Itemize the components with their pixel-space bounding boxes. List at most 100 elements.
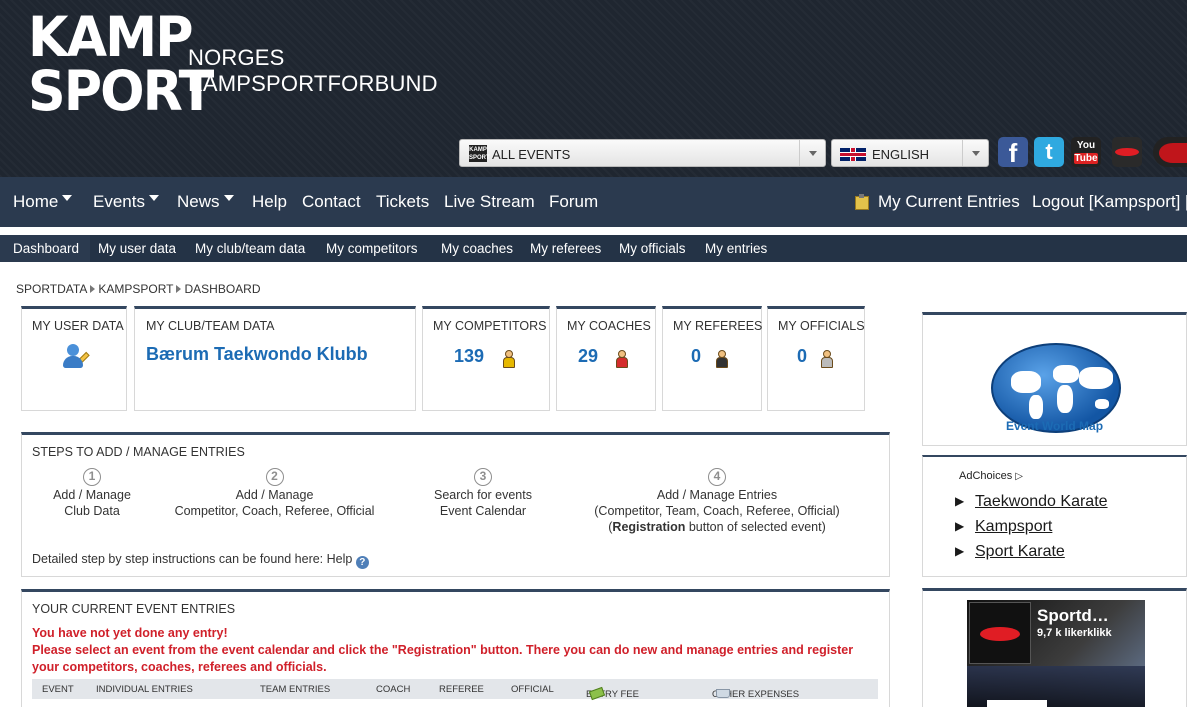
nav-events[interactable]: Events xyxy=(93,192,159,212)
help-icon[interactable]: ? xyxy=(355,556,369,569)
card-my-user-data[interactable]: MY USER DATA xyxy=(21,306,127,411)
col-team-entries: TEAM ENTRIES xyxy=(260,684,331,695)
fb-like-count: 9,7 k likerklikk xyxy=(1037,627,1112,639)
nav-help[interactable]: Help xyxy=(252,192,287,212)
uk-flag-icon xyxy=(840,148,866,161)
step-2-line-2: Competitor, Coach, Referee, Official xyxy=(174,504,375,518)
chevron-down-icon[interactable] xyxy=(962,140,988,166)
card-title: MY COACHES xyxy=(567,319,651,333)
sportdata-icon[interactable] xyxy=(1112,137,1142,167)
breadcrumb-sportdata[interactable]: SPORTDATA xyxy=(16,282,87,296)
card-my-coaches[interactable]: MY COACHES 29 xyxy=(556,306,656,411)
nav-tickets[interactable]: Tickets xyxy=(376,192,429,212)
sportdata-page-logo xyxy=(969,602,1031,664)
sub-navigation: Dashboard My user data My club/team data… xyxy=(0,235,1187,262)
step-number-icon: 1 xyxy=(83,468,101,486)
card-title: MY OFFICIALS xyxy=(778,319,865,333)
mini-logo-top: KAMP xyxy=(469,147,487,153)
referee-icon xyxy=(716,350,728,368)
ad-link-kampsport[interactable]: Kampsport xyxy=(955,518,1052,536)
adchoices-icon: ▷ xyxy=(1015,471,1023,482)
adchoices[interactable]: AdChoices ▷ xyxy=(959,470,1023,482)
nav-live-stream[interactable]: Live Stream xyxy=(444,192,535,212)
organization-name: NORGES KAMPSPORTFORBUND xyxy=(188,45,438,97)
entries-instructions-line-2: your competitors, coaches, referees and … xyxy=(32,660,327,674)
step-number-icon: 3 xyxy=(474,468,492,486)
ad-link-sport-karate[interactable]: Sport Karate xyxy=(955,543,1065,561)
sportdata-facebook-widget[interactable]: Sportd… 9,7 k likerklikk xyxy=(967,600,1145,707)
nav-logout[interactable]: Logout [Kampsport] [ xyxy=(1032,192,1187,212)
card-title: MY CLUB/TEAM DATA xyxy=(146,319,275,333)
nav-contact[interactable]: Contact xyxy=(302,192,361,212)
step-3-line-1: Search for events xyxy=(434,488,532,502)
step-1[interactable]: 1 Add / Manage Club Data xyxy=(52,468,132,519)
subnav-my-referees[interactable]: My referees xyxy=(530,240,601,257)
competitor-icon xyxy=(503,350,515,368)
page: { "header": { "logo_line1": "KAMP", "log… xyxy=(0,0,1187,707)
step-4[interactable]: 4 Add / Manage Entries (Competitor, Team… xyxy=(582,468,852,535)
event-world-map-panel[interactable]: Event World Map xyxy=(922,312,1187,446)
nav-home[interactable]: Home xyxy=(13,192,73,212)
nav-news-label: News xyxy=(177,192,220,211)
subnav-my-club-team-data[interactable]: My club/team data xyxy=(195,240,305,257)
subnav-dashboard[interactable]: Dashboard xyxy=(13,240,79,257)
subnav-my-officials[interactable]: My officials xyxy=(619,240,686,257)
step-4-registration-bold: Registration xyxy=(612,520,686,534)
breadcrumb: SPORTDATA KAMPSPORT DASHBOARD xyxy=(16,282,261,296)
nav-news[interactable]: News xyxy=(177,192,234,212)
language-select[interactable]: ENGLISH xyxy=(831,139,989,167)
step-2[interactable]: 2 Add / Manage Competitor, Coach, Refere… xyxy=(162,468,387,519)
mini-logo-bottom: SPORT xyxy=(469,155,490,161)
step-number-icon: 4 xyxy=(708,468,726,486)
subnav-my-coaches[interactable]: My coaches xyxy=(441,240,513,257)
expenses-icon xyxy=(716,689,730,698)
col-referee: REFEREE xyxy=(439,684,484,695)
col-event: EVENT xyxy=(42,684,74,695)
coaches-count[interactable]: 29 xyxy=(578,346,598,367)
subnav-my-competitors[interactable]: My competitors xyxy=(326,240,418,257)
officials-count[interactable]: 0 xyxy=(797,346,807,367)
col-coach: COACH xyxy=(376,684,411,695)
card-my-club-team-data[interactable]: MY CLUB/TEAM DATA Bærum Taekwondo Klubb xyxy=(134,306,416,411)
subnav-my-user-data[interactable]: My user data xyxy=(98,240,176,257)
events-select[interactable]: KAMP SPORT ALL EVENTS xyxy=(459,139,826,167)
facebook-icon[interactable]: f xyxy=(998,137,1028,168)
user-edit-icon[interactable] xyxy=(62,344,90,368)
youtube-icon[interactable]: You Tube xyxy=(1071,137,1101,167)
org-name-line-1: NORGES xyxy=(188,45,285,70)
card-title: MY USER DATA xyxy=(32,319,124,333)
clipboard-icon xyxy=(853,193,869,210)
col-official: OFFICIAL xyxy=(511,684,554,695)
step-3[interactable]: 3 Search for events Event Calendar xyxy=(418,468,548,519)
continent-shape xyxy=(1029,395,1043,419)
pencil-icon xyxy=(76,351,90,366)
fb-like-button[interactable] xyxy=(987,700,1047,707)
nav-my-current-entries[interactable]: My Current Entries xyxy=(878,192,1020,212)
card-my-competitors[interactable]: MY COMPETITORS 139 xyxy=(422,306,550,411)
help-instructions: Detailed step by step instructions can b… xyxy=(32,552,369,569)
kampsport-logo[interactable]: KAMP SPORT xyxy=(28,10,214,140)
breadcrumb-kampsport[interactable]: KAMPSPORT xyxy=(98,282,173,296)
card-my-referees[interactable]: MY REFEREES 0 xyxy=(662,306,762,411)
subnav-my-entries[interactable]: My entries xyxy=(705,240,767,257)
competitors-count[interactable]: 139 xyxy=(454,346,484,367)
org-name-line-2: KAMPSPORTFORBUND xyxy=(188,71,438,96)
rss-icon[interactable] xyxy=(1153,137,1187,167)
club-name-link[interactable]: Bærum Taekwondo Klubb xyxy=(146,344,368,365)
youtube-top: You xyxy=(1076,140,1096,151)
nav-home-label: Home xyxy=(13,192,59,211)
fb-page-title: Sportd… xyxy=(1037,606,1109,625)
caret-down-icon xyxy=(62,195,73,201)
steps-title: STEPS TO ADD / MANAGE ENTRIES xyxy=(32,445,245,459)
card-title: MY REFEREES xyxy=(673,319,763,333)
referees-count[interactable]: 0 xyxy=(691,346,701,367)
continent-shape xyxy=(1011,371,1041,393)
ad-link-taekwondo-karate[interactable]: Taekwondo Karate xyxy=(955,493,1107,511)
nav-forum[interactable]: Forum xyxy=(549,192,598,212)
card-my-officials[interactable]: MY OFFICIALS 0 xyxy=(767,306,865,411)
chevron-down-icon[interactable] xyxy=(799,140,825,166)
language-select-value: ENGLISH xyxy=(872,147,930,162)
twitter-icon[interactable]: t xyxy=(1034,137,1064,167)
step-4-line-3-rest: button of selected event) xyxy=(685,520,826,534)
event-world-map-link[interactable]: Event World Map xyxy=(923,419,1186,433)
